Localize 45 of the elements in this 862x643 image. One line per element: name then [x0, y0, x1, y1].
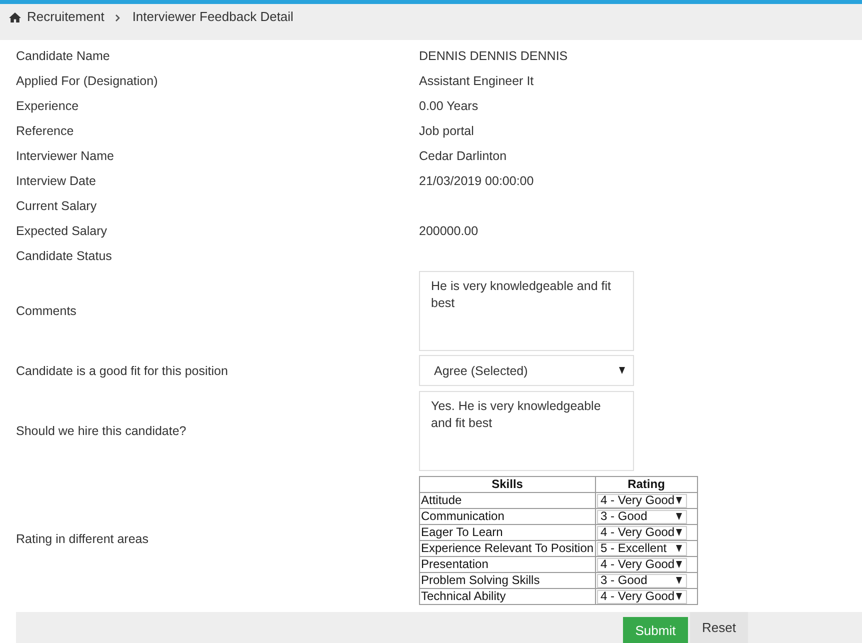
- field-label: Current Salary: [16, 198, 98, 212]
- table-cell: Communication: [420, 508, 596, 524]
- field-label: Experience: [16, 98, 80, 112]
- field-value: 21/03/2019 00:00:00: [419, 174, 534, 188]
- field-value: Assistant Engineer It: [419, 74, 534, 88]
- home-icon: [9, 12, 21, 23]
- dropdown-select[interactable]: Agree (Selected): [419, 355, 634, 386]
- reset-button[interactable]: Reset: [690, 612, 748, 643]
- field-label: Interviewer Name: [16, 148, 115, 162]
- field-label: Candidate is a good fit for this position: [16, 364, 229, 378]
- rating-select[interactable]: 4 - Very Good: [596, 526, 687, 540]
- field-label: Candidate Status: [16, 248, 113, 262]
- column-header: Rating: [595, 476, 698, 492]
- field-value: DENNIS DENNIS DENNIS: [419, 48, 568, 62]
- caret-icon: [619, 367, 625, 374]
- rating-select[interactable]: 4 - Very Good: [596, 494, 687, 508]
- field-label: Rating in different areas: [16, 532, 150, 546]
- field-value: Job portal: [419, 124, 474, 138]
- text-area[interactable]: He is very knowledgeable and fit best: [419, 271, 634, 351]
- text-area[interactable]: Yes. He is very knowledgeable and fit best: [419, 391, 634, 471]
- field-label: Expected Salary: [16, 224, 108, 238]
- table-cell: Technical Ability: [420, 588, 596, 604]
- column-header: Skills: [420, 476, 596, 492]
- rating-select[interactable]: 3 - Good: [596, 510, 687, 524]
- breadcrumb-link[interactable]: Recruitement: [27, 9, 104, 24]
- field-label: Interview Date: [16, 174, 97, 188]
- table-cell: Problem Solving Skills: [420, 572, 596, 588]
- chevron-icon: [115, 14, 122, 22]
- field-value: 0.00 Years: [419, 98, 478, 112]
- field-label: Reference: [16, 124, 75, 138]
- field-label: Should we hire this candidate?: [16, 424, 188, 438]
- table-cell: Eager To Learn: [420, 524, 596, 540]
- caret-icon: [676, 593, 682, 600]
- table-cell: Attitude: [420, 492, 596, 508]
- rating-select[interactable]: 4 - Very Good: [596, 590, 687, 604]
- field-label: Comments: [16, 304, 78, 318]
- table-cell: Presentation: [420, 556, 596, 572]
- rating-select[interactable]: 4 - Very Good: [596, 558, 687, 572]
- rating-select[interactable]: 3 - Good: [596, 574, 687, 588]
- field-label: Candidate Name: [16, 48, 111, 62]
- field-value: 200000.00: [419, 224, 478, 238]
- table-cell: Experience Relevant To Position: [420, 540, 596, 556]
- field-label: Applied For (Designation): [16, 74, 159, 88]
- rating-select[interactable]: 5 - Excellent: [596, 542, 687, 556]
- field-value: Cedar Darlinton: [419, 148, 507, 162]
